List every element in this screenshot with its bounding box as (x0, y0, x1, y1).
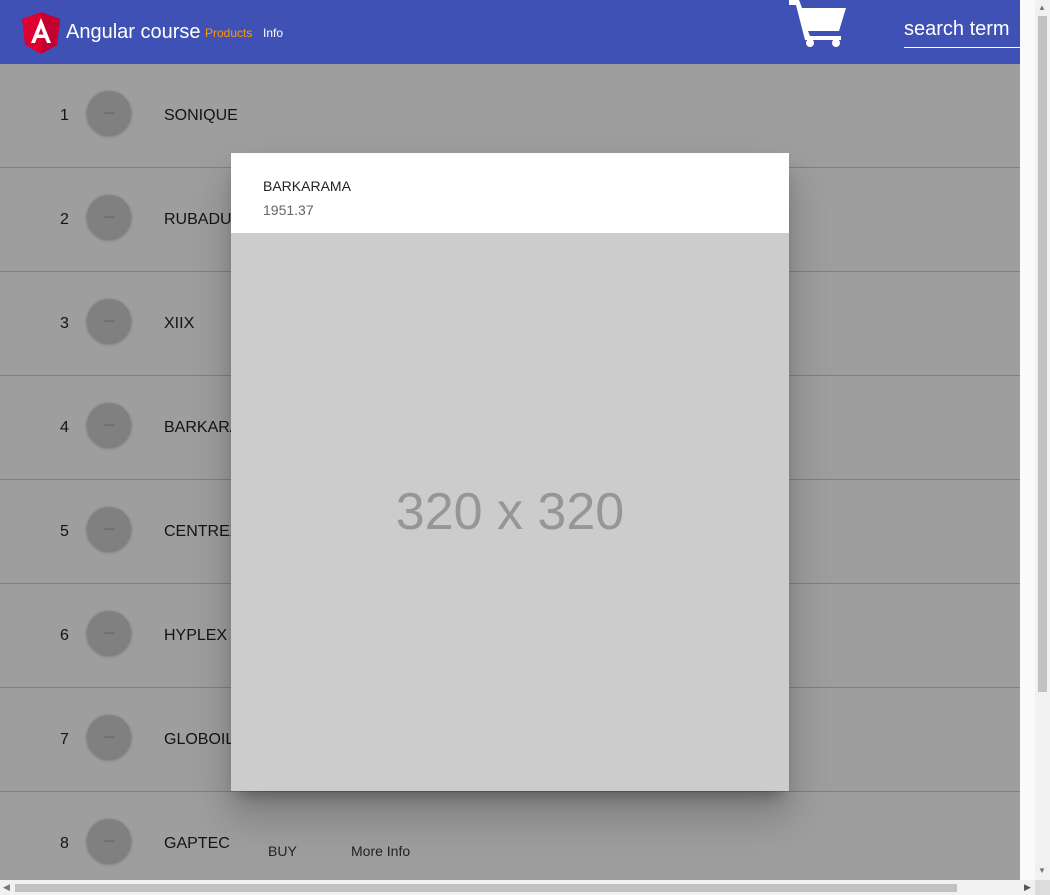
app-title: Angular course (66, 21, 201, 43)
viewport: 1 320x320 SONIQUE 2 320x320 RUBADUB 3 32… (0, 0, 1020, 880)
dialog-title: BARKARAMA (263, 178, 351, 194)
dialog-price: 1951.37 (263, 202, 314, 218)
vertical-scroll-thumb[interactable] (1038, 16, 1047, 692)
search-input[interactable] (904, 14, 1020, 44)
angular-logo-icon (22, 12, 60, 54)
search-field[interactable] (904, 14, 1020, 48)
product-dialog: BARKARAMA 1951.37 320 x 320 (231, 153, 789, 791)
more-info-button[interactable]: More Info (351, 843, 410, 859)
nav-link-products[interactable]: Products (205, 26, 252, 40)
image-placeholder-label: 320 x 320 (395, 483, 625, 541)
horizontal-scroll-thumb[interactable] (15, 884, 957, 892)
vertical-scrollbar[interactable]: ▲ ▼ (1035, 0, 1050, 880)
horizontal-scrollbar[interactable]: ◀ ▶ (0, 880, 1035, 895)
scroll-left-icon[interactable]: ◀ (3, 882, 10, 893)
scroll-up-icon[interactable]: ▲ (1038, 3, 1046, 12)
buy-button[interactable]: BUY (268, 843, 297, 859)
product-image: 320 x 320 (231, 233, 789, 791)
scrollbar-corner (1035, 880, 1050, 895)
app-toolbar: Angular course Products Info (0, 0, 1020, 64)
scroll-right-icon[interactable]: ▶ (1024, 882, 1031, 893)
nav-link-info[interactable]: Info (263, 26, 283, 40)
shopping-cart-icon[interactable] (786, 0, 848, 48)
scroll-down-icon[interactable]: ▼ (1038, 866, 1046, 875)
